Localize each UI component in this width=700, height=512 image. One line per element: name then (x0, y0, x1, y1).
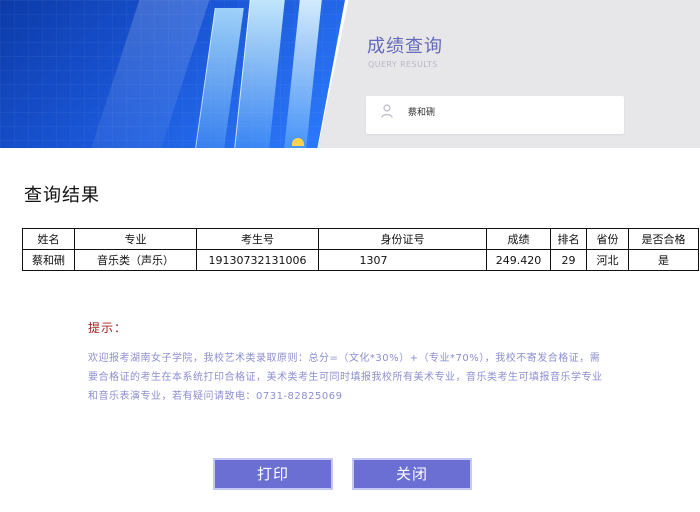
cell-rank: 29 (550, 249, 587, 271)
hero-shape (284, 0, 322, 148)
cell-major: 音乐类（声乐） (74, 249, 197, 271)
masked-id-number: 1307 (352, 254, 454, 267)
column-header: 排名 (550, 228, 587, 250)
hero-graphic (0, 0, 345, 148)
column-header: 是否合格 (628, 228, 699, 250)
cell-exam-no: 19130732131006 (196, 249, 319, 271)
column-header: 省份 (586, 228, 629, 250)
result-title: 查询结果 (24, 185, 100, 206)
close-button[interactable]: 关闭 (352, 458, 472, 490)
person-icon (381, 104, 393, 118)
page: 成绩查询 QUERY RESULTS 蔡和硎 查询结果 姓名 专业 考生号 身份… (0, 0, 700, 512)
cell-name: 蔡和硎 (22, 249, 75, 271)
cell-qualified: 是 (628, 249, 699, 271)
tip-content: 欢迎报考湖南女子学院，我校艺术类录取原则：总分=（文化*30%）+（专业*70%… (88, 353, 603, 402)
results-table-wrap: 姓名 专业 考生号 身份证号 成绩 排名 省份 是否合格 蔡和硎 音乐类（声乐）… (22, 228, 699, 271)
hero-shape (90, 0, 210, 148)
user-name: 蔡和硎 (408, 108, 436, 118)
page-subtitle: QUERY RESULTS (368, 60, 438, 69)
user-card (366, 96, 624, 134)
column-header: 姓名 (22, 228, 75, 250)
column-header: 身份证号 (318, 228, 487, 250)
print-button[interactable]: 打印 (213, 458, 333, 490)
tip-label: 提示： (88, 321, 128, 335)
hero-highlight (292, 138, 304, 146)
hero-banner: 成绩查询 QUERY RESULTS 蔡和硎 (0, 0, 700, 148)
column-header: 专业 (74, 228, 197, 250)
page-title: 成绩查询 (367, 36, 443, 57)
results-table: 姓名 专业 考生号 身份证号 成绩 排名 省份 是否合格 蔡和硎 音乐类（声乐）… (22, 228, 699, 271)
column-header: 成绩 (486, 228, 551, 250)
table-row: 蔡和硎 音乐类（声乐） 19130732131006 1307 249.420 … (22, 249, 699, 271)
cell-score: 249.420 (486, 249, 551, 271)
cell-id-no: 1307 (318, 249, 487, 271)
table-header-row: 姓名 专业 考生号 身份证号 成绩 排名 省份 是否合格 (22, 228, 699, 250)
column-header: 考生号 (196, 228, 319, 250)
cell-province: 河北 (586, 249, 629, 271)
